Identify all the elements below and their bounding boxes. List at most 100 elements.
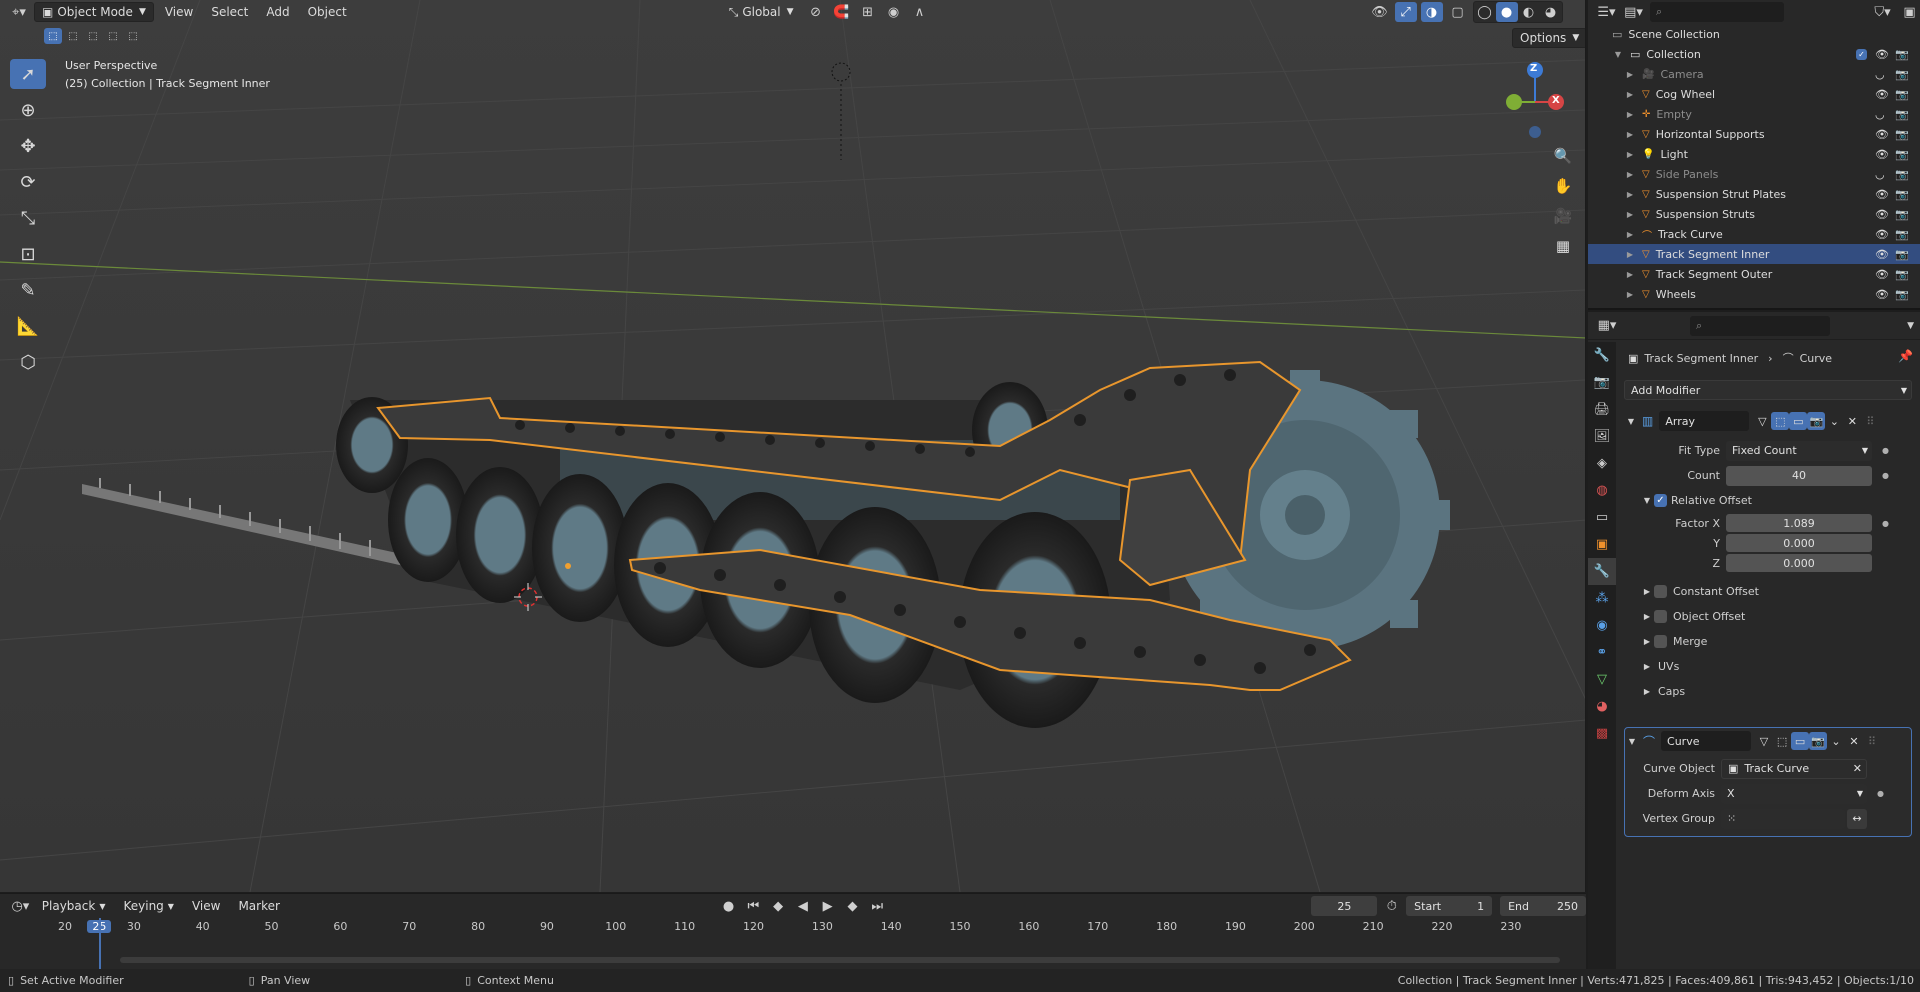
expand-right-icon[interactable]: ▶: [1624, 637, 1654, 646]
menu-add[interactable]: Add: [259, 2, 296, 22]
eye-icon[interactable]: 👁: [1875, 268, 1889, 281]
timeline-editor[interactable]: ◷▾ Playback ▼ Keying ▼ View Marker ● ⏮ ◆ ◀…: [0, 893, 1586, 970]
menu-keying[interactable]: Keying ▼: [116, 896, 180, 916]
eye-icon[interactable]: 👁: [1875, 248, 1889, 261]
expand-right-icon[interactable]: ▶: [1624, 687, 1654, 696]
outliner-item[interactable]: ▶ ▽ Track Segment Outer 👁 📷: [1588, 264, 1920, 284]
keyframe-dot-icon[interactable]: ●: [1882, 471, 1889, 480]
outliner[interactable]: ☰▾ ▤▾ ⌕ ⛉▾ ▣ ▭ Scene Collection ▼ ▭ Coll…: [1588, 0, 1920, 310]
wireframe-shading-icon[interactable]: ◯: [1474, 2, 1496, 22]
chevron-down-icon[interactable]: ▼: [1907, 321, 1914, 331]
properties-search-input[interactable]: ⌕: [1690, 315, 1830, 336]
constant-offset-checkbox[interactable]: [1654, 585, 1667, 598]
expand-right-icon[interactable]: ▶: [1624, 130, 1636, 139]
timeline-scrollbar[interactable]: [120, 957, 1560, 963]
prev-keyframe-icon[interactable]: ◆: [768, 896, 789, 916]
jump-end-icon[interactable]: ⏭: [867, 896, 888, 916]
expand-right-icon[interactable]: ▶: [1624, 290, 1636, 299]
expand-right-icon[interactable]: ▶: [1624, 612, 1654, 621]
transform-tool-icon[interactable]: ⊡: [10, 239, 46, 269]
camera-render-icon[interactable]: 📷: [1895, 248, 1909, 261]
expand-right-icon[interactable]: ▶: [1624, 190, 1636, 199]
menu-timeline-view[interactable]: View: [185, 896, 227, 916]
eye-icon[interactable]: 👁: [1875, 188, 1889, 201]
camera-view-icon[interactable]: 🎥: [1549, 202, 1577, 230]
select-subtract-icon[interactable]: ⬚: [84, 28, 102, 44]
tool-tab-icon[interactable]: 🔧: [1588, 342, 1616, 369]
render-toggle-icon[interactable]: 📷: [1807, 412, 1826, 430]
expand-right-icon[interactable]: ▶: [1624, 150, 1636, 159]
on-cage-toggle-icon[interactable]: ⬚: [1771, 412, 1790, 430]
particles-tab-icon[interactable]: ⁂: [1588, 585, 1616, 612]
filter-icon[interactable]: ⛉▾: [1872, 2, 1893, 22]
expand-right-icon[interactable]: ▶: [1624, 662, 1654, 671]
curve-name-field[interactable]: Curve: [1661, 731, 1752, 751]
options-dropdown[interactable]: Options ▼: [1512, 28, 1585, 48]
eye-closed-icon[interactable]: ◡: [1875, 68, 1885, 81]
merge-subpanel[interactable]: ▶ Merge: [1624, 629, 1912, 654]
outliner-item[interactable]: ▶ ▽ Cog Wheel 👁 📷: [1588, 84, 1920, 104]
outliner-item[interactable]: ▶ 🎥 Camera ◡ 📷: [1588, 64, 1920, 84]
camera-render-icon[interactable]: 📷: [1895, 68, 1909, 81]
eye-icon[interactable]: 👁: [1875, 148, 1889, 161]
collapse-down-icon[interactable]: ▼: [1624, 417, 1638, 426]
invert-vertex-group-icon[interactable]: ↔: [1847, 808, 1867, 829]
modifier-menu-icon[interactable]: ⌄: [1825, 412, 1843, 430]
collapse-down-icon[interactable]: ▼: [1624, 496, 1654, 505]
camera-render-icon[interactable]: 📷: [1895, 128, 1909, 141]
expand-right-icon[interactable]: ▶: [1624, 587, 1654, 596]
array-name-field[interactable]: Array: [1659, 411, 1750, 431]
deform-axis-dropdown[interactable]: X ▼: [1721, 783, 1867, 804]
overlay-toggle-icon[interactable]: ◑: [1420, 2, 1443, 22]
outliner-item[interactable]: ▶ ▽ Horizontal Supports 👁 📷: [1588, 124, 1920, 144]
play-reverse-icon[interactable]: ◀: [792, 896, 813, 916]
snap-target-icon[interactable]: ⊞: [857, 2, 879, 22]
outliner-search-input[interactable]: ⌕: [1649, 2, 1784, 22]
merge-checkbox[interactable]: [1654, 635, 1667, 648]
curve-object-field[interactable]: ▣ Track Curve ✕: [1721, 758, 1867, 779]
navigation-gizmo[interactable]: Z X: [1500, 58, 1572, 140]
outliner-item[interactable]: ▶ ▽ Suspension Struts 👁 📷: [1588, 204, 1920, 224]
pivot-point-icon[interactable]: ⊘: [805, 2, 827, 22]
proportional-edit-icon[interactable]: ◉: [883, 2, 905, 22]
perspective-toggle-icon[interactable]: ▦: [1549, 232, 1577, 260]
editor-type-clock-icon[interactable]: ◷▾: [10, 896, 31, 916]
camera-render-icon[interactable]: 📷: [1895, 208, 1909, 221]
expand-right-icon[interactable]: ▶: [1624, 210, 1636, 219]
eye-icon[interactable]: 👁: [1875, 228, 1889, 241]
visibility-icon[interactable]: 👁: [1369, 2, 1391, 22]
menu-view[interactable]: View: [158, 2, 200, 22]
keyframe-dot-icon[interactable]: ●: [1882, 519, 1889, 528]
new-collection-icon[interactable]: ▣: [1899, 2, 1920, 22]
expand-right-icon[interactable]: ▶: [1624, 250, 1636, 259]
next-keyframe-icon[interactable]: ◆: [842, 896, 863, 916]
object-offset-checkbox[interactable]: [1654, 610, 1667, 623]
on-cage-toggle-icon[interactable]: ⬚: [1773, 732, 1791, 750]
relative-offset-subpanel[interactable]: ▼ ✓ Relative Offset: [1624, 488, 1912, 513]
collection-exclude-checkbox[interactable]: ✓: [1856, 48, 1867, 60]
outliner-item[interactable]: ▶ ▽ Side Panels ◡ 📷: [1588, 164, 1920, 184]
collapse-down-icon[interactable]: ▼: [1625, 737, 1639, 746]
modifier-menu-icon[interactable]: ⌄: [1827, 732, 1845, 750]
modifier-tab-icon[interactable]: 🔧: [1588, 558, 1616, 585]
eye-icon[interactable]: 👁: [1875, 88, 1889, 101]
eye-icon[interactable]: 👁: [1875, 208, 1889, 221]
preview-range-icon[interactable]: ⏱: [1381, 896, 1402, 916]
menu-marker[interactable]: Marker: [231, 896, 286, 916]
jump-start-icon[interactable]: ⏮: [743, 896, 764, 916]
outliner-item[interactable]: ▶ ▽ Track Segment Inner 👁 📷: [1588, 244, 1920, 264]
outliner-item[interactable]: ▶ ✛ Empty ◡ 📷: [1588, 104, 1920, 124]
outliner-item[interactable]: ▶ ▽ Wheels 👁 📷: [1588, 284, 1920, 304]
gizmo-toggle-icon[interactable]: ⤢: [1394, 2, 1417, 22]
remove-modifier-icon[interactable]: ✕: [1843, 412, 1861, 430]
scene-collection-row[interactable]: ▭ Scene Collection: [1588, 24, 1920, 44]
camera-render-icon[interactable]: 📷: [1895, 228, 1909, 241]
edit-mode-toggle-icon[interactable]: ▽: [1753, 412, 1771, 430]
pan-hand-icon[interactable]: ✋: [1549, 172, 1577, 200]
factor-y-field[interactable]: 0.000: [1726, 534, 1872, 552]
fit-type-dropdown[interactable]: Fixed Count ▼: [1726, 440, 1872, 461]
vertex-group-field[interactable]: ⁙: [1721, 808, 1845, 829]
add-modifier-dropdown[interactable]: Add Modifier ▼: [1624, 380, 1912, 400]
material-shading-icon[interactable]: ◐: [1518, 2, 1540, 22]
collection-row[interactable]: ▼ ▭ Collection ✓ 👁 📷: [1588, 44, 1920, 64]
